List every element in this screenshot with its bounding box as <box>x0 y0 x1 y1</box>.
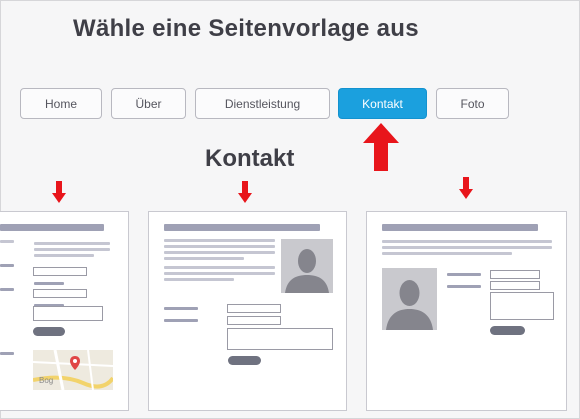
map-label: Bog <box>39 376 54 385</box>
layout-option-2[interactable] <box>148 211 347 411</box>
text-placeholder <box>164 272 275 275</box>
text-placeholder <box>164 278 234 281</box>
heading-placeholder <box>164 224 320 231</box>
text-placeholder <box>164 257 244 260</box>
template-picker: Wähle eine Seitenvorlage aus Home Über D… <box>0 0 580 419</box>
text-placeholder <box>382 246 552 249</box>
person-icon <box>285 249 329 293</box>
text-placeholder <box>0 240 14 243</box>
tab-dienstleistung[interactable]: Dienstleistung <box>195 88 330 119</box>
label-placeholder <box>447 285 481 288</box>
text-placeholder <box>382 240 552 243</box>
input-placeholder <box>490 281 540 290</box>
text-placeholder <box>34 248 110 251</box>
label-placeholder <box>164 319 198 322</box>
avatar <box>382 268 437 330</box>
text-placeholder <box>164 239 275 242</box>
label-placeholder <box>447 273 481 276</box>
layout-option-3[interactable] <box>366 211 567 411</box>
layout-1-arrow-icon <box>52 181 66 203</box>
label-placeholder <box>34 282 64 285</box>
person-icon <box>386 280 433 330</box>
tab-home[interactable]: Home <box>20 88 102 119</box>
tab-ueber[interactable]: Über <box>111 88 186 119</box>
map-pin-icon <box>70 356 80 370</box>
avatar <box>281 239 333 293</box>
text-placeholder <box>164 266 275 269</box>
label-placeholder <box>0 288 14 291</box>
label-placeholder <box>0 264 14 267</box>
input-placeholder <box>490 270 540 279</box>
input-placeholder <box>227 316 281 325</box>
submit-button-placeholder <box>490 326 525 335</box>
textarea-placeholder <box>33 306 103 321</box>
textarea-placeholder <box>490 292 554 320</box>
layout-option-1[interactable]: Bog <box>0 211 129 411</box>
map: Bog <box>33 350 113 390</box>
text-placeholder <box>164 251 275 254</box>
label-placeholder <box>164 307 198 310</box>
tab-foto[interactable]: Foto <box>436 88 509 119</box>
text-placeholder <box>34 242 110 245</box>
label-placeholder <box>0 352 14 355</box>
input-placeholder <box>33 267 87 276</box>
page-title: Wähle eine Seitenvorlage aus <box>73 15 419 42</box>
input-placeholder <box>227 304 281 313</box>
text-placeholder <box>34 254 94 257</box>
submit-button-placeholder <box>33 327 65 336</box>
submit-button-placeholder <box>228 356 261 365</box>
heading-placeholder <box>0 224 104 231</box>
layout-2-arrow-icon <box>238 181 252 203</box>
tab-kontakt[interactable]: Kontakt <box>338 88 427 119</box>
text-placeholder <box>164 245 275 248</box>
layout-3-arrow-icon <box>459 177 473 199</box>
section-title: Kontakt <box>205 145 295 172</box>
active-tab-arrow-icon <box>363 123 399 171</box>
textarea-placeholder <box>227 328 333 350</box>
input-placeholder <box>33 289 87 298</box>
text-placeholder <box>382 252 512 255</box>
heading-placeholder <box>382 224 538 231</box>
